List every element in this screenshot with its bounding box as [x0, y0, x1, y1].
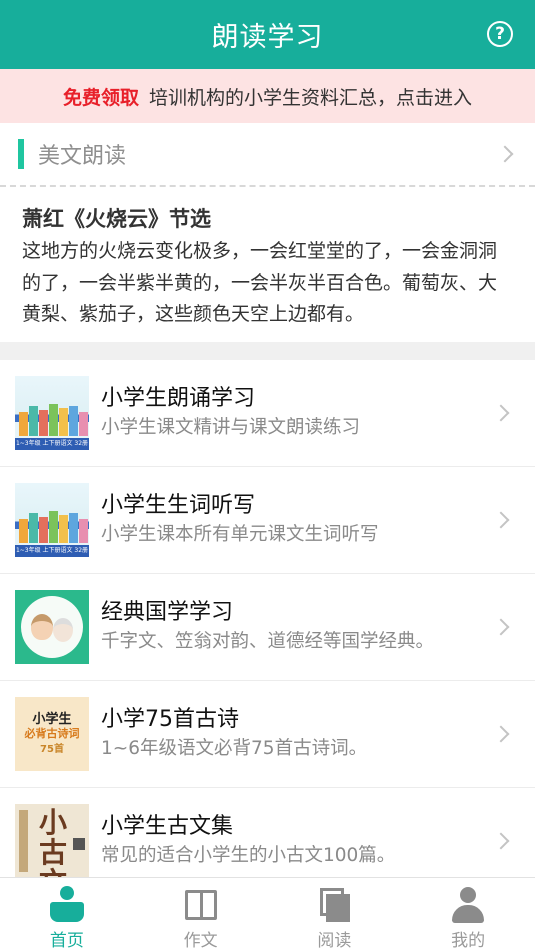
chevron-right-icon [492, 404, 510, 422]
tab-label: 我的 [451, 931, 486, 951]
thumbnail-textbooks: 1~3年级 上下册语文 32册 [15, 483, 89, 557]
list-item-subtitle: 小学生课本所有单元课文生词听写 [101, 524, 379, 545]
thumbnail-line: 小学生 [32, 712, 72, 727]
excerpt-body: 这地方的火烧云变化极多，一会红堂堂的了，一会金洞洞的了，一会半紫半黄的，一会半灰… [22, 240, 498, 325]
thumbnail-guoxue [15, 590, 89, 664]
open-book-icon [182, 886, 220, 922]
tab-reading[interactable]: 阅读 [268, 878, 402, 951]
list-item-ancient-poems[interactable]: 小学生 必背古诗词 75首 小学75首古诗 1~6年级语文必背75首古诗词。 [0, 681, 535, 788]
thumbnail-line: 必背古诗词 [24, 727, 80, 740]
app-header: 朗读学习 ? [0, 0, 535, 69]
user-icon [449, 886, 487, 923]
home-reader-icon [48, 886, 86, 922]
tab-label: 作文 [183, 931, 218, 951]
list-item-title: 小学生朗诵学习 [101, 386, 256, 411]
promo-text: 培训机构的小学生资料汇总，点击进入 [149, 86, 473, 109]
chevron-right-icon [492, 832, 510, 850]
bottom-tab-bar: 首页 作文 阅读 我的 [0, 877, 535, 951]
list-item-subtitle: 小学生课文精讲与课文朗读练习 [101, 417, 361, 438]
promo-highlight: 免费领取 [62, 86, 139, 109]
question-circle-icon[interactable]: ? [487, 21, 513, 47]
section-label: 美文朗读 [38, 144, 127, 169]
thumbnail-caption: 1~3年级 上下册语文 32册 [15, 545, 89, 557]
course-list: 1~3年级 上下册语文 32册 小学生朗诵学习 小学生课文精讲与课文朗读练习 1… [0, 360, 535, 895]
list-item-title: 经典国学学习 [101, 600, 234, 625]
chevron-right-icon [492, 618, 510, 636]
thumbnail-poems: 小学生 必背古诗词 75首 [15, 697, 89, 771]
thumbnail-classical-prose: 小古文 [15, 804, 89, 878]
tab-home[interactable]: 首页 [0, 878, 134, 951]
excerpt-title: 萧红《火烧云》节选 [22, 207, 211, 231]
qr-code-icon [73, 838, 85, 850]
list-item-title: 小学生生词听写 [101, 493, 256, 518]
tab-profile[interactable]: 我的 [401, 878, 535, 951]
thumbnail-caption: 1~3年级 上下册语文 32册 [15, 438, 89, 450]
chevron-right-icon [492, 511, 510, 529]
chevron-right-icon [492, 725, 510, 743]
promo-banner[interactable]: 免费领取 培训机构的小学生资料汇总，点击进入 [0, 69, 535, 123]
list-item-title: 小学生古文集 [101, 814, 234, 839]
section-header-meiwen[interactable]: 美文朗读 [0, 123, 535, 187]
section-divider [0, 342, 535, 360]
list-item-guoxue[interactable]: 经典国学学习 千字文、笠翁对韵、道德经等国学经典。 [0, 574, 535, 681]
list-item-subtitle: 常见的适合小学生的小古文100篇。 [101, 845, 396, 866]
list-item-title: 小学75首古诗 [101, 707, 239, 732]
chevron-right-icon [496, 145, 514, 163]
list-item-subtitle: 1~6年级语文必背75首古诗词。 [101, 738, 368, 759]
featured-excerpt[interactable]: 萧红《火烧云》节选 这地方的火烧云变化极多，一会红堂堂的了，一会金洞洞的了，一会… [22, 204, 512, 331]
tab-composition[interactable]: 作文 [134, 878, 268, 951]
list-item-subtitle: 千字文、笠翁对韵、道德经等国学经典。 [101, 631, 435, 652]
list-item-recitation[interactable]: 1~3年级 上下册语文 32册 小学生朗诵学习 小学生课文精讲与课文朗读练习 [0, 360, 535, 467]
tab-label: 阅读 [317, 931, 352, 951]
section-accent-bar [18, 139, 24, 169]
thumbnail-textbooks: 1~3年级 上下册语文 32册 [15, 376, 89, 450]
page-title: 朗读学习 [211, 22, 324, 53]
thumbnail-line: 75首 [40, 744, 64, 755]
list-item-dictation[interactable]: 1~3年级 上下册语文 32册 小学生生词听写 小学生课本所有单元课文生词听写 [0, 467, 535, 574]
tab-label: 首页 [49, 931, 84, 951]
pages-icon [315, 886, 353, 922]
